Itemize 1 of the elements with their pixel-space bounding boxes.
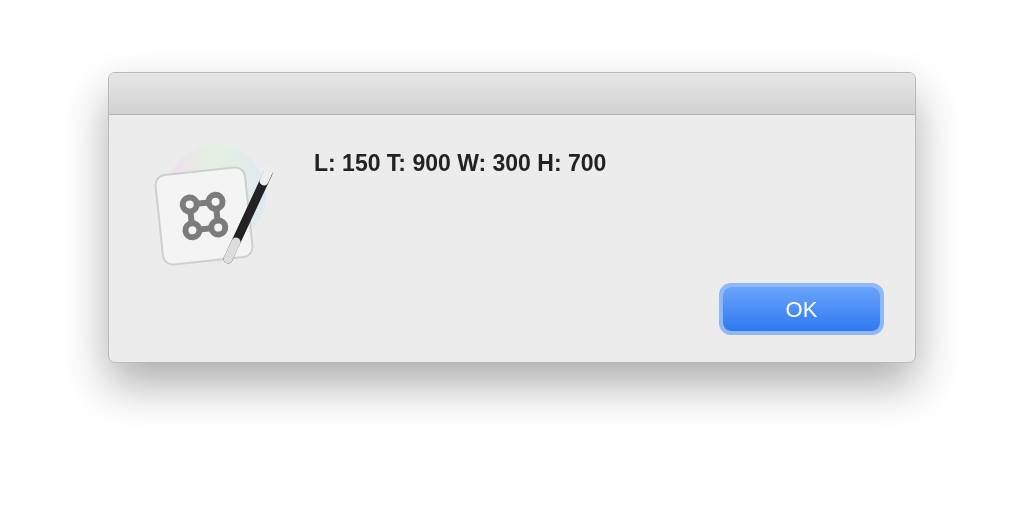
message-text: L: 150 T: 900 W: 300 H: 700 [314, 150, 608, 178]
